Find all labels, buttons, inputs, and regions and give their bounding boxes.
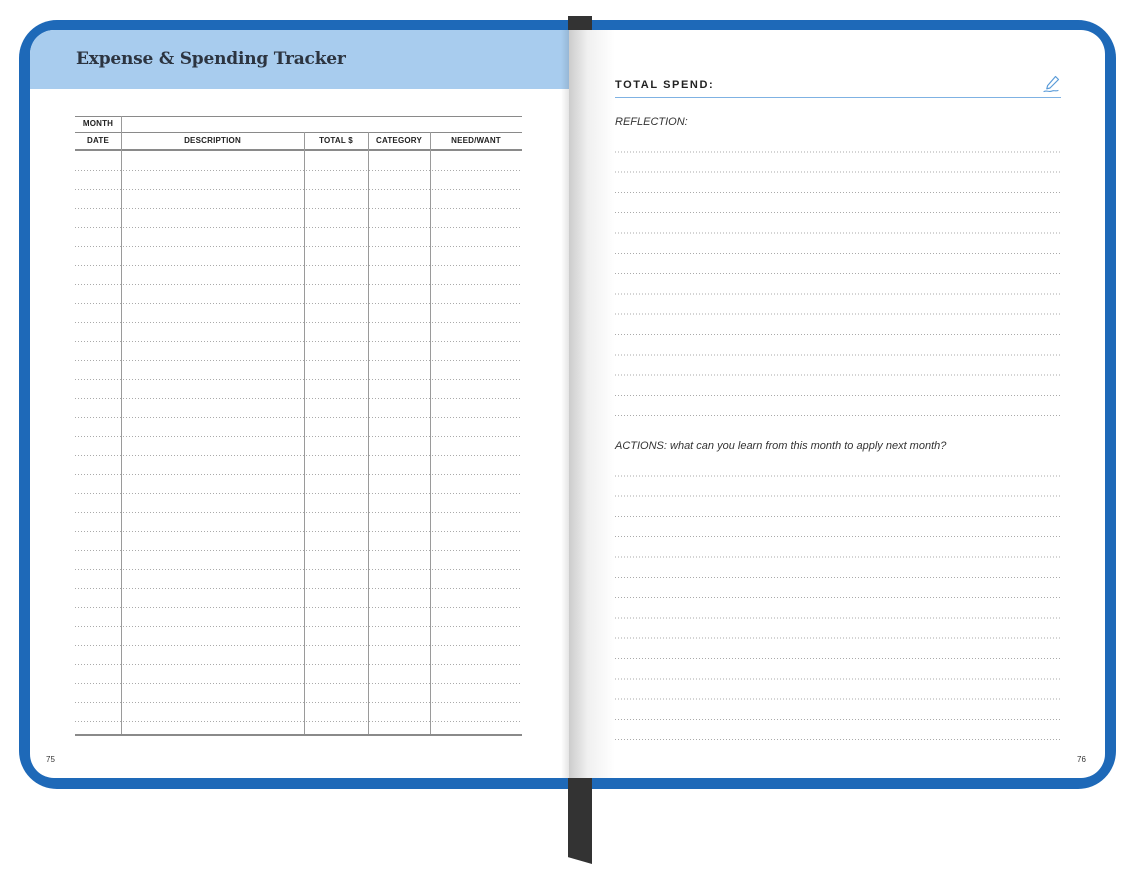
column-header-date: DATE	[87, 136, 109, 145]
pen-writing-icon	[1043, 75, 1060, 93]
actions-lines[interactable]	[615, 456, 1062, 740]
right-page: TOTAL SPEND: REFLECTION: ACTIONS: what c…	[569, 30, 1105, 778]
table-top-rule	[75, 116, 522, 117]
reflection-lines[interactable]	[615, 132, 1062, 416]
table-bottom-rule	[75, 734, 522, 736]
table-rows[interactable]	[75, 152, 522, 734]
gutter-shadow	[561, 30, 569, 778]
month-rule	[75, 132, 522, 133]
page-number-right: 76	[1077, 755, 1086, 764]
title-banner: Expense & Spending Tracker	[30, 30, 569, 89]
column-header-need-want: NEED/WANT	[451, 136, 501, 145]
reflection-label: REFLECTION:	[615, 116, 688, 128]
month-divider	[121, 116, 122, 132]
total-spend-line[interactable]	[615, 97, 1061, 98]
gutter-shadow	[569, 30, 615, 778]
expense-table: MONTH DATE DESCRIPTION TOTAL $ CATEGORY …	[75, 116, 522, 736]
column-header-category: CATEGORY	[375, 136, 423, 145]
column-header-total: TOTAL $	[319, 136, 353, 145]
column-header-description: DESCRIPTION	[184, 136, 241, 145]
page-number-left: 75	[46, 755, 55, 764]
actions-label: ACTIONS: what can you learn from this mo…	[615, 440, 947, 452]
month-label: MONTH	[82, 119, 114, 128]
header-rule	[75, 149, 522, 151]
bookmark-ribbon	[568, 778, 592, 864]
total-spend-label: TOTAL SPEND:	[615, 79, 715, 91]
page-title: Expense & Spending Tracker	[76, 49, 346, 69]
